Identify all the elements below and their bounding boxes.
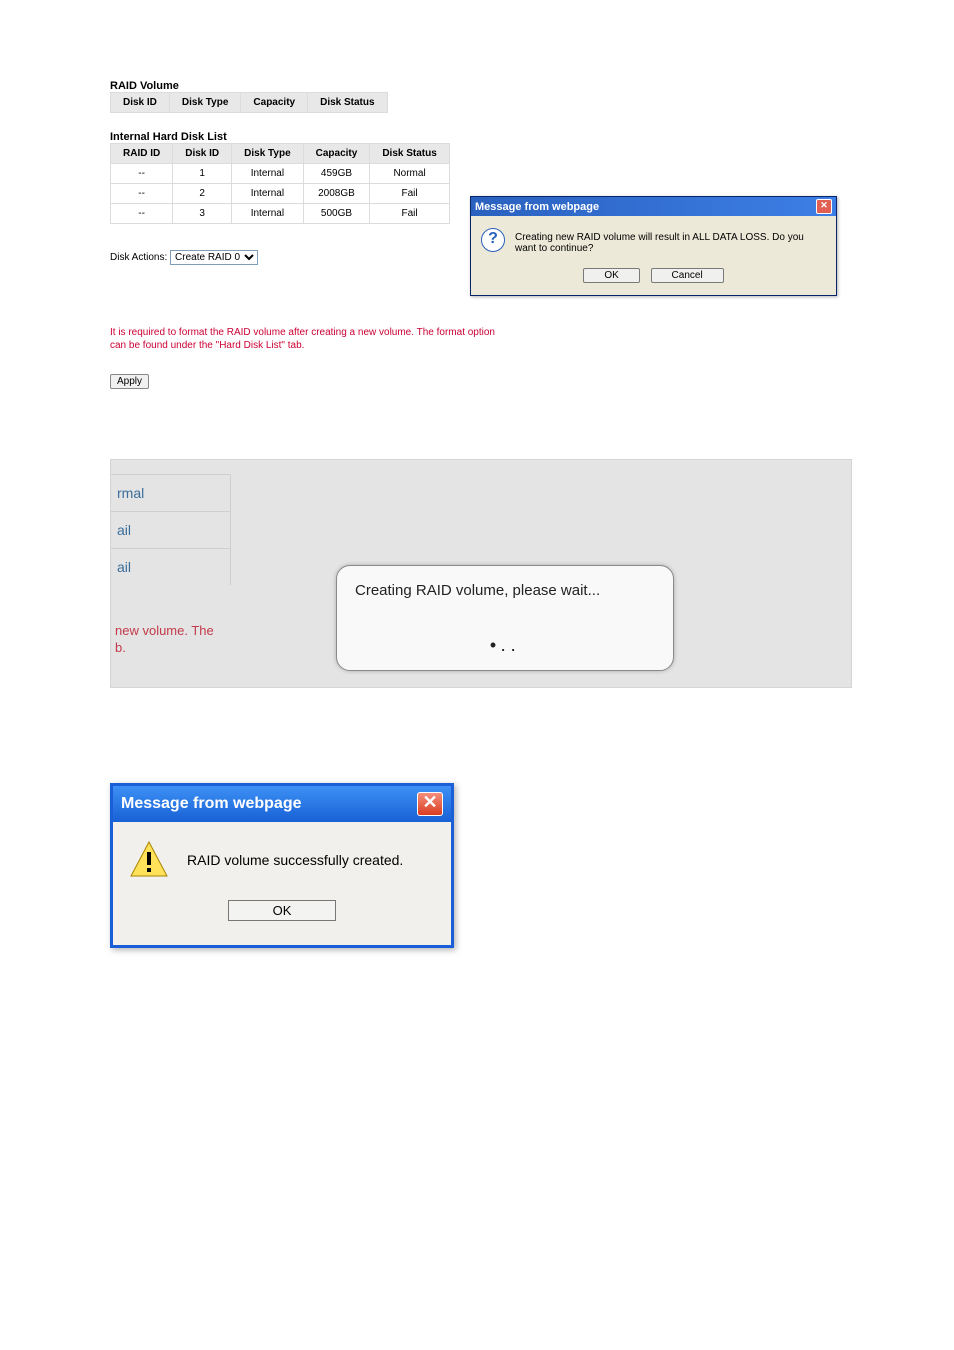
cancel-button[interactable]: Cancel xyxy=(651,268,724,283)
table-row: -- 3 Internal 500GB Fail xyxy=(111,204,450,224)
confirm-dialog: Message from webpage ✕ ? Creating new RA… xyxy=(470,196,837,296)
cell: 500GB xyxy=(303,204,370,224)
format-warning-text: It is required to format the RAID volume… xyxy=(110,326,510,352)
dialog-title: Message from webpage xyxy=(121,795,302,813)
col-disk-type: Disk Type xyxy=(169,93,241,113)
note-line2: b. xyxy=(115,640,126,655)
list-item: ail xyxy=(111,512,231,549)
ok-button[interactable]: OK xyxy=(583,268,639,283)
disk-actions-label: Disk Actions: xyxy=(110,252,167,263)
cell: Fail xyxy=(370,184,449,204)
cell: -- xyxy=(111,184,173,204)
note-line1: new volume. The xyxy=(115,623,214,638)
col-disk-id: Disk ID xyxy=(173,144,232,164)
raid-volume-table: Disk ID Disk Type Capacity Disk Status xyxy=(110,92,388,113)
cell: Internal xyxy=(232,204,304,224)
col-capacity: Capacity xyxy=(303,144,370,164)
cell: Normal xyxy=(370,164,449,184)
raid-volume-title: RAID Volume xyxy=(110,80,870,92)
apply-button[interactable]: Apply xyxy=(110,374,149,389)
list-item: ail xyxy=(111,549,231,585)
disk-list-title: Internal Hard Disk List xyxy=(110,131,470,143)
cell: 1 xyxy=(173,164,232,184)
col-disk-type: Disk Type xyxy=(232,144,304,164)
disk-actions-select[interactable]: Create RAID 0 xyxy=(170,250,258,265)
progress-message: Creating RAID volume, please wait... xyxy=(355,582,655,599)
col-disk-status: Disk Status xyxy=(308,93,387,113)
col-disk-status: Disk Status xyxy=(370,144,449,164)
table-row: -- 1 Internal 459GB Normal xyxy=(111,164,450,184)
col-disk-id: Disk ID xyxy=(111,93,170,113)
cell: 2 xyxy=(173,184,232,204)
progress-dialog: Creating RAID volume, please wait... •․․ xyxy=(336,565,674,671)
col-raid-id: RAID ID xyxy=(111,144,173,164)
warning-icon xyxy=(129,840,169,880)
close-icon[interactable]: ✕ xyxy=(816,199,832,214)
cell: -- xyxy=(111,204,173,224)
ok-button[interactable]: OK xyxy=(228,900,337,921)
cell: -- xyxy=(111,164,173,184)
table-row: -- 2 Internal 2008GB Fail xyxy=(111,184,450,204)
cell: 459GB xyxy=(303,164,370,184)
dialog-title: Message from webpage xyxy=(475,201,599,213)
progress-panel: rmal ail ail Creating RAID volume, pleas… xyxy=(110,459,852,688)
dialog-message: RAID volume successfully created. xyxy=(187,852,403,868)
cell: 3 xyxy=(173,204,232,224)
cell: 2008GB xyxy=(303,184,370,204)
cell: Fail xyxy=(370,204,449,224)
question-icon: ? xyxy=(481,228,505,252)
col-capacity: Capacity xyxy=(241,93,308,113)
close-icon[interactable]: ✕ xyxy=(417,792,443,816)
success-dialog: Message from webpage ✕ RAID volume succe… xyxy=(110,783,454,948)
list-item: rmal xyxy=(111,474,231,512)
disk-list-table: RAID ID Disk ID Disk Type Capacity Disk … xyxy=(110,143,450,224)
dialog-message: Creating new RAID volume will result in … xyxy=(515,228,826,254)
cell: Internal xyxy=(232,184,304,204)
cell: Internal xyxy=(232,164,304,184)
loading-icon: •․․ xyxy=(355,635,655,656)
